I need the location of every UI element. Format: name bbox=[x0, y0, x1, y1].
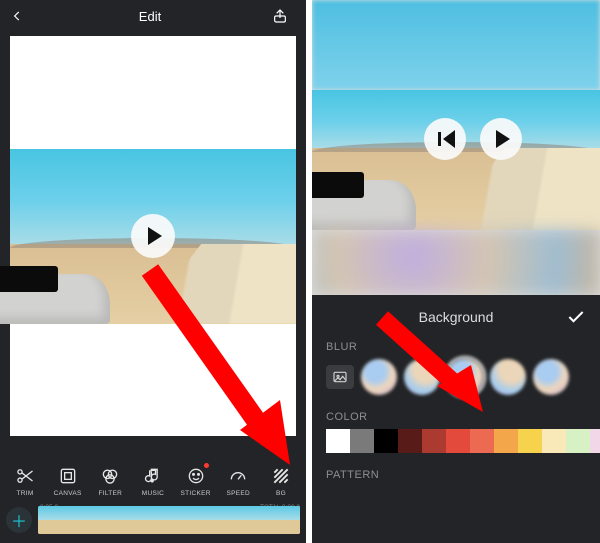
video-canvas[interactable] bbox=[10, 36, 296, 436]
filter-icon bbox=[99, 465, 121, 487]
section-label-color: COLOR bbox=[312, 403, 600, 429]
notification-dot-icon bbox=[204, 463, 209, 468]
top-bar: Edit bbox=[0, 0, 306, 32]
speed-icon bbox=[227, 465, 249, 487]
panel-title-row: Background bbox=[312, 295, 600, 333]
color-swatch-9[interactable] bbox=[542, 429, 566, 453]
section-label-pattern: PATTERN bbox=[312, 459, 600, 487]
color-swatch-11[interactable] bbox=[590, 429, 600, 453]
tool-sticker[interactable]: STICKER bbox=[177, 465, 215, 497]
tool-canvas[interactable]: CANVAS bbox=[49, 465, 87, 497]
color-swatch-row bbox=[312, 429, 600, 459]
background-icon bbox=[270, 465, 292, 487]
color-swatch-6[interactable] bbox=[470, 429, 494, 453]
skip-previous-icon bbox=[438, 132, 452, 146]
panel-title: Background bbox=[419, 309, 494, 325]
background-panel-screen: Background BLUR COLOR PATTERN bbox=[312, 0, 600, 543]
blur-option-3[interactable] bbox=[447, 359, 483, 395]
color-swatch-1[interactable] bbox=[350, 429, 374, 453]
color-swatch-3[interactable] bbox=[398, 429, 422, 453]
timeline-row: ＋ bbox=[0, 501, 306, 543]
color-swatch-5[interactable] bbox=[446, 429, 470, 453]
canvas-icon bbox=[57, 465, 79, 487]
tool-trim[interactable]: TRIM bbox=[6, 465, 44, 497]
video-canvas-preview[interactable] bbox=[312, 0, 600, 295]
confirm-button[interactable] bbox=[566, 307, 586, 327]
play-icon bbox=[496, 130, 510, 148]
blur-option-1[interactable] bbox=[361, 359, 397, 395]
sticker-icon bbox=[185, 465, 207, 487]
pick-image-button[interactable] bbox=[326, 365, 354, 389]
tool-music[interactable]: MUSIC bbox=[134, 465, 172, 497]
play-icon bbox=[148, 227, 162, 245]
color-swatch-8[interactable] bbox=[518, 429, 542, 453]
tool-row: TRIM CANVAS FILTER MUSIC STICKER SPEED B… bbox=[0, 465, 306, 497]
tool-speed[interactable]: SPEED bbox=[219, 465, 257, 497]
tool-filter[interactable]: FILTER bbox=[91, 465, 129, 497]
tool-bg[interactable]: BG bbox=[262, 465, 300, 497]
share-icon[interactable] bbox=[272, 8, 290, 24]
blur-options-row bbox=[312, 359, 600, 403]
section-label-blur: BLUR bbox=[312, 333, 600, 359]
color-swatch-10[interactable] bbox=[566, 429, 590, 453]
skip-previous-button[interactable] bbox=[424, 118, 466, 160]
plus-icon: ＋ bbox=[11, 508, 27, 532]
music-icon bbox=[142, 465, 164, 487]
color-swatch-7[interactable] bbox=[494, 429, 518, 453]
scissors-icon bbox=[14, 465, 36, 487]
blur-option-4[interactable] bbox=[490, 359, 526, 395]
play-button[interactable] bbox=[480, 118, 522, 160]
add-clip-button[interactable]: ＋ bbox=[6, 507, 32, 533]
color-swatch-0[interactable] bbox=[326, 429, 350, 453]
page-title: Edit bbox=[28, 9, 272, 24]
color-swatch-4[interactable] bbox=[422, 429, 446, 453]
play-button[interactable] bbox=[131, 214, 175, 258]
timeline-strip[interactable] bbox=[38, 506, 300, 534]
back-icon[interactable] bbox=[10, 9, 28, 23]
blur-option-2[interactable] bbox=[404, 359, 440, 395]
editor-screen-left: Edit TRIM CANVAS FILTER bbox=[0, 0, 306, 543]
color-swatch-2[interactable] bbox=[374, 429, 398, 453]
blur-option-5[interactable] bbox=[533, 359, 569, 395]
